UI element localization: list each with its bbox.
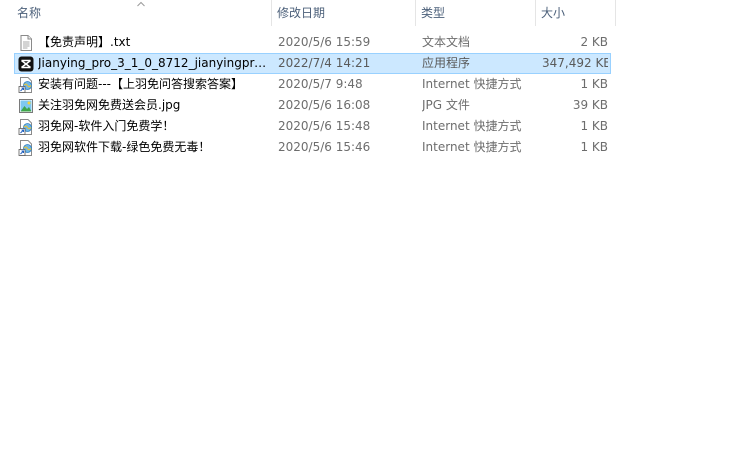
image-file-icon bbox=[19, 99, 33, 113]
file-name: 羽免网软件下载-绿色免费无毒！ bbox=[38, 140, 211, 154]
capcut-app-icon bbox=[18, 56, 34, 72]
internet-shortcut-icon bbox=[18, 119, 32, 135]
file-date: 2020/5/6 15:48 bbox=[278, 119, 371, 133]
file-explorer-window: 名称 修改日期 类型 大小 【免责声明】.txt 2020/5/6 15:59 … bbox=[0, 0, 732, 463]
file-date: 2020/5/6 15:46 bbox=[278, 140, 371, 154]
column-header-type[interactable]: 类型 bbox=[416, 0, 536, 26]
file-type: 文本文档 bbox=[422, 35, 471, 49]
file-type: JPG 文件 bbox=[422, 98, 470, 112]
file-type: Internet 快捷方式 bbox=[422, 77, 522, 91]
file-size: 1 KB bbox=[580, 140, 608, 154]
file-row[interactable]: 关注羽免网免费送会员.jpg 2020/5/6 16:08 JPG 文件 39 … bbox=[14, 95, 611, 116]
file-row[interactable]: 【免责声明】.txt 2020/5/6 15:59 文本文档 2 KB bbox=[14, 32, 611, 53]
column-header-size[interactable]: 大小 bbox=[536, 0, 616, 26]
column-header-date[interactable]: 修改日期 bbox=[272, 0, 416, 26]
file-name: 【免责声明】.txt bbox=[38, 35, 131, 49]
file-date: 2022/7/4 14:21 bbox=[278, 56, 371, 70]
file-name: 羽免网-软件入门免费学！ bbox=[38, 119, 175, 133]
file-size: 1 KB bbox=[580, 119, 608, 133]
internet-shortcut-icon bbox=[18, 77, 32, 93]
file-type: Internet 快捷方式 bbox=[422, 140, 522, 154]
file-size: 347,492 KB bbox=[542, 56, 608, 70]
file-row[interactable]: 羽免网-软件入门免费学！ 2020/5/6 15:48 Internet 快捷方… bbox=[14, 116, 611, 137]
internet-shortcut-icon bbox=[18, 140, 32, 156]
file-name: Jianying_pro_3_1_0_8712_jianyingpro_… bbox=[38, 56, 270, 70]
file-size: 1 KB bbox=[580, 77, 608, 91]
text-file-icon bbox=[20, 35, 32, 51]
file-date: 2020/5/6 16:08 bbox=[278, 98, 371, 112]
file-size: 2 KB bbox=[580, 35, 608, 49]
file-row[interactable]: 安装有问题---【上羽免问答搜索答案】 2020/5/7 9:48 Intern… bbox=[14, 74, 611, 95]
file-row[interactable]: 羽免网软件下载-绿色免费无毒！ 2020/5/6 15:46 Internet … bbox=[14, 137, 611, 158]
file-size: 39 KB bbox=[572, 98, 608, 112]
file-date: 2020/5/6 15:59 bbox=[278, 35, 371, 49]
file-name: 安装有问题---【上羽免问答搜索答案】 bbox=[38, 77, 243, 91]
column-header-name[interactable]: 名称 bbox=[12, 0, 272, 26]
file-date: 2020/5/7 9:48 bbox=[278, 77, 363, 91]
file-type: 应用程序 bbox=[422, 56, 471, 70]
file-type: Internet 快捷方式 bbox=[422, 119, 522, 133]
file-name: 关注羽免网免费送会员.jpg bbox=[38, 98, 181, 112]
column-header-bar: 名称 修改日期 类型 大小 bbox=[0, 0, 732, 28]
file-row-selected[interactable]: Jianying_pro_3_1_0_8712_jianyingpro_… 20… bbox=[14, 53, 611, 74]
